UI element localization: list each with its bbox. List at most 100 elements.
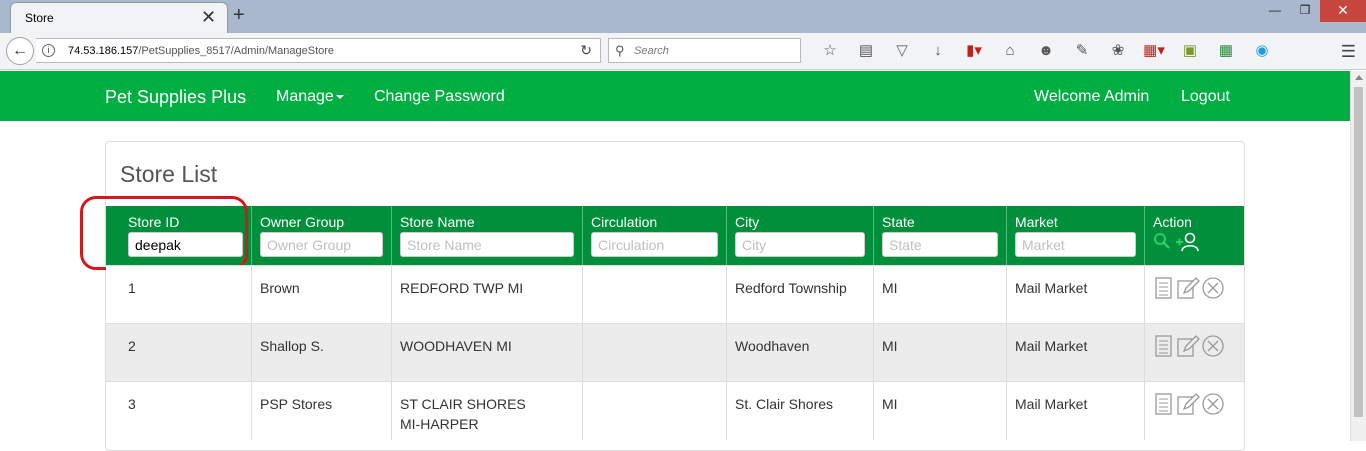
cell-owner-group: PSP Stores (252, 382, 392, 440)
edit-icon[interactable] (1176, 276, 1200, 300)
maximize-button[interactable]: ❐ (1290, 0, 1320, 22)
cell-text: Shallop S. (260, 338, 324, 354)
pocket-icon[interactable]: ▽ (884, 41, 920, 61)
page-title: Store List (120, 161, 218, 187)
delete-icon[interactable] (1201, 334, 1225, 358)
cell-store-id: 1 (106, 266, 252, 324)
cell-text: Mail Market (1015, 396, 1088, 412)
cell-store-id: 2 (106, 324, 252, 382)
cell-text: MI (882, 280, 898, 296)
url-path: /PetSupplies_8517/Admin/ManageStore (138, 45, 335, 57)
cell-market: Mail Market (1007, 266, 1145, 324)
circulation-filter-input[interactable] (591, 232, 718, 257)
search-placeholder: Search (634, 45, 669, 57)
cell-text: 2 (128, 338, 136, 354)
city-filter-input[interactable] (735, 232, 865, 257)
cell-actions (1145, 324, 1244, 382)
spreadsheet-icon[interactable]: ▦ (1208, 41, 1244, 61)
table-row: 3 PSP Stores ST CLAIR SHORES MI-HARPER S… (106, 381, 1244, 440)
delete-icon[interactable] (1201, 276, 1225, 300)
column-label: City (735, 214, 760, 230)
cell-circulation (583, 324, 727, 382)
change-password-link[interactable]: Change Password (374, 88, 505, 106)
minimize-button[interactable]: — (1260, 0, 1290, 22)
row-actions (1153, 276, 1225, 300)
cell-text: MI (882, 396, 898, 412)
cell-text: Mail Market (1015, 338, 1088, 354)
tab-close-icon[interactable]: ✕ (201, 7, 216, 27)
home-icon[interactable]: ⌂ (992, 41, 1028, 61)
addon-icon[interactable]: ▣ (1172, 41, 1208, 61)
cell-circulation (583, 382, 727, 440)
owner-group-filter-input[interactable] (260, 232, 383, 257)
cell-text: Woodhaven (735, 338, 810, 354)
cell-store-name: WOODHAVEN MI (392, 324, 583, 382)
store-name-filter-input[interactable] (400, 232, 574, 257)
details-icon[interactable] (1153, 392, 1175, 416)
add-user-icon[interactable] (1175, 232, 1201, 252)
cell-text: ST CLAIR SHORES MI-HARPER (400, 396, 526, 432)
details-icon[interactable] (1153, 334, 1175, 358)
emoji-icon[interactable]: ☻ (1028, 41, 1064, 61)
search-icon: ⚲ (615, 43, 625, 58)
bug-icon[interactable]: ❀ (1100, 41, 1136, 61)
close-window-button[interactable]: ✕ (1320, 0, 1366, 22)
url-bar[interactable]: i 74.53.186.157/PetSupplies_8517/Admin/M… (36, 38, 601, 63)
market-filter-input[interactable] (1015, 232, 1136, 257)
cell-text: WOODHAVEN MI (400, 338, 512, 354)
skype-icon[interactable]: ◉ (1244, 41, 1280, 61)
browser-search-input[interactable]: ⚲ Search (608, 38, 801, 63)
cell-market: Mail Market (1007, 324, 1145, 382)
cell-text: Redford Township (735, 280, 847, 296)
browser-tab[interactable]: Store ✕ (10, 2, 228, 33)
logout-link[interactable]: Logout (1181, 88, 1230, 106)
url-text: 74.53.186.157/PetSupplies_8517/Admin/Man… (68, 45, 334, 57)
cell-text: St. Clair Shores (735, 396, 834, 412)
menu-icon[interactable]: ☰ (1341, 42, 1356, 62)
state-filter-input[interactable] (882, 232, 998, 257)
scroll-up-icon[interactable] (1355, 75, 1363, 80)
flash-icon[interactable]: ▮▾ (956, 41, 992, 61)
row-actions (1153, 334, 1225, 358)
cell-text: PSP Stores (260, 396, 333, 412)
reading-list-icon[interactable]: ▤ (848, 41, 884, 61)
search-icon[interactable] (1153, 232, 1171, 250)
browser-toolbar: ← i 74.53.186.157/PetSupplies_8517/Admin… (0, 33, 1366, 70)
column-header-action: Action (1145, 206, 1244, 265)
cell-state: MI (874, 266, 1007, 324)
column-header-city: City (727, 206, 874, 265)
page-scrollbar[interactable] (1350, 71, 1366, 441)
url-host: 74.53.186.157 (68, 45, 139, 57)
manage-dropdown[interactable]: Manage (276, 88, 344, 106)
new-badge-icon[interactable]: ▦▾ (1136, 41, 1172, 61)
cell-store-id: 3 (106, 382, 252, 440)
cell-city: Woodhaven (727, 324, 874, 382)
download-icon[interactable]: ↓ (920, 41, 956, 61)
column-header-circulation: Circulation (583, 206, 727, 265)
cell-owner-group: Shallop S. (252, 324, 392, 382)
clipboard-icon[interactable]: ✎ (1064, 41, 1100, 61)
column-header-market: Market (1007, 206, 1145, 265)
store-id-filter-input[interactable] (128, 232, 243, 257)
edit-icon[interactable] (1176, 392, 1200, 416)
cell-text: REDFORD TWP MI (400, 280, 524, 296)
star-icon[interactable]: ☆ (812, 41, 848, 61)
caret-down-icon (335, 94, 344, 99)
cell-text: Mail Market (1015, 280, 1088, 296)
toolbar-icons: ☆ ▤ ▽ ↓ ▮▾ ⌂ ☻ ✎ ❀ ▦▾ ▣ ▦ ◉ (812, 41, 1280, 61)
brand-link[interactable]: Pet Supplies Plus (105, 87, 246, 108)
scroll-thumb[interactable] (1354, 87, 1363, 417)
column-header-store-id: Store ID (106, 206, 252, 265)
details-icon[interactable] (1153, 276, 1175, 300)
info-icon[interactable]: i (42, 44, 55, 57)
column-header-owner-group: Owner Group (252, 206, 392, 265)
reload-icon[interactable]: ↻ (580, 42, 592, 59)
back-button[interactable]: ← (6, 37, 34, 65)
cell-text: Brown (260, 280, 300, 296)
edit-icon[interactable] (1176, 334, 1200, 358)
cell-state: MI (874, 382, 1007, 440)
new-tab-button[interactable]: + (233, 4, 245, 26)
cell-text: 1 (128, 280, 136, 296)
delete-icon[interactable] (1201, 392, 1225, 416)
row-actions (1153, 392, 1225, 416)
